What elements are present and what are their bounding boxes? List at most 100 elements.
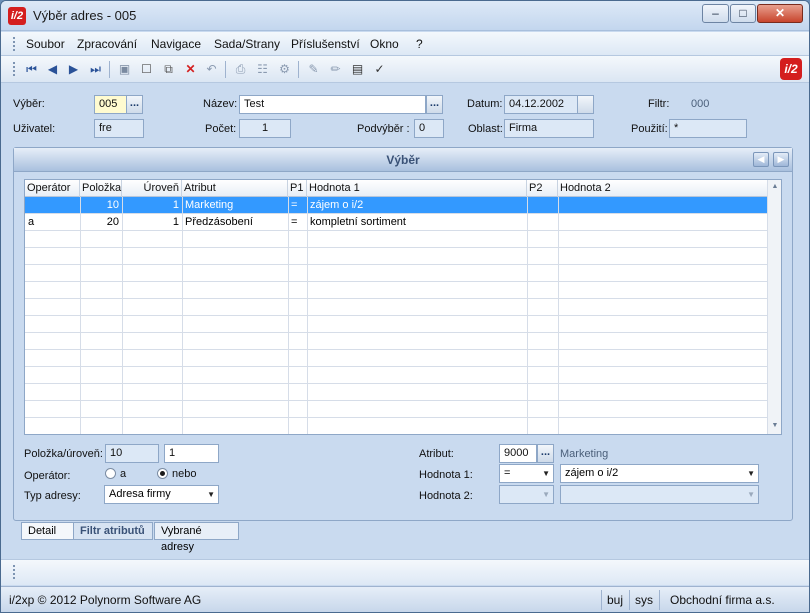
nazev-label: Název:	[203, 98, 238, 110]
edit-alt-icon[interactable]: ✏	[327, 61, 344, 78]
bottom-toolbar	[1, 559, 809, 585]
chevron-down-icon: ▼	[747, 469, 755, 478]
atribut-name: Marketing	[560, 448, 609, 460]
operator-nebo-radio[interactable]	[157, 468, 168, 479]
hodnota1-value-select[interactable]: zájem o i/2 ▼	[560, 464, 759, 483]
panel-title: Výběr	[14, 148, 792, 172]
atribut-lookup-button[interactable]: ...	[537, 444, 554, 463]
col-p2[interactable]: P2	[527, 180, 558, 197]
table-row[interactable]: a 20 1 Předzásobení = kompletní sortimen…	[25, 214, 767, 231]
status-company: Obchodní firma a.s.	[670, 593, 775, 607]
col-uroven[interactable]: Úroveň	[122, 180, 182, 197]
vyber-label: Výběr:	[13, 98, 45, 110]
close-button[interactable]: ✕	[757, 4, 803, 23]
menu-help[interactable]: ?	[416, 37, 423, 51]
chevron-down-icon: ▼	[207, 490, 215, 499]
podvyber-label: Podvýběr :	[357, 123, 410, 135]
nazev-lookup-button[interactable]: ...	[426, 95, 443, 114]
previous-record-icon[interactable]: ◀	[44, 61, 61, 78]
app-logo-icon: i/2	[8, 7, 26, 25]
maximize-button[interactable]: □	[730, 4, 756, 23]
vyber-lookup-button[interactable]: ...	[126, 95, 143, 114]
hodnota1-operator-select[interactable]: = ▼	[499, 464, 554, 483]
settings-icon[interactable]: ⚙	[276, 61, 293, 78]
menu-okno[interactable]: Okno	[370, 37, 399, 51]
menu-navigace[interactable]: Navigace	[151, 37, 201, 51]
toolbar-grip-icon	[13, 62, 16, 76]
print-icon[interactable]: ⎙	[232, 61, 249, 78]
structure-icon[interactable]: ☷	[254, 61, 271, 78]
window-title: Výběr adres - 005	[33, 8, 137, 23]
operator-label: Operátor:	[24, 470, 71, 482]
operator-a-radio[interactable]	[105, 468, 116, 479]
hodnota2-operator-select[interactable]: ▼	[499, 485, 554, 504]
scroll-up-icon[interactable]: ▲	[770, 181, 780, 193]
panel-next-icon[interactable]: ▶	[773, 152, 789, 167]
import-icon[interactable]: ▤	[349, 61, 366, 78]
atribut-code-input[interactable]: 9000	[499, 444, 537, 463]
chevron-down-icon: ▼	[542, 469, 550, 478]
datum-input[interactable]: 04.12.2002	[504, 95, 578, 114]
status-system: sys	[635, 593, 653, 607]
minimize-button[interactable]: –	[702, 4, 729, 23]
save-icon[interactable]: ▣	[116, 61, 133, 78]
copyright-text: i/2xp © 2012 Polynorm Software AG	[9, 593, 202, 607]
col-operator[interactable]: Operátor	[25, 180, 80, 197]
status-bar: i/2xp © 2012 Polynorm Software AG buj sy…	[1, 586, 809, 612]
tab-detail[interactable]: Detail	[21, 522, 78, 540]
polozka-uroven-label: Položka/úroveň:	[24, 448, 103, 460]
vyber-input[interactable]: 005	[94, 95, 127, 114]
col-hodnota2[interactable]: Hodnota 2	[558, 180, 767, 197]
typ-adresy-select[interactable]: Adresa firmy ▼	[104, 485, 219, 504]
delete-icon[interactable]: ✕	[182, 61, 199, 78]
atribut-label: Atribut:	[419, 448, 454, 460]
pocet-value: 1	[239, 119, 291, 138]
hodnota2-value-select[interactable]: ▼	[560, 485, 759, 504]
criteria-grid: Operátor Položka Úroveň Atribut P1 Hodno…	[24, 179, 782, 435]
operator-a-label: a	[120, 468, 127, 480]
edit-icon[interactable]: ✎	[305, 61, 322, 78]
oblast-input[interactable]: Firma	[504, 119, 594, 138]
copy-icon[interactable]: ⧉	[160, 61, 177, 78]
vyber-panel: Výběr ◀ ▶ Operátor Položka Úroveň Atribu…	[13, 147, 793, 521]
nazev-input[interactable]: Test	[239, 95, 426, 114]
menu-zpracovani[interactable]: Zpracování	[77, 37, 137, 51]
scroll-down-icon[interactable]: ▼	[770, 420, 780, 432]
brand-logo-icon: i/2	[780, 58, 802, 80]
menu-soubor[interactable]: Soubor	[26, 37, 65, 51]
new-icon[interactable]: ☐	[138, 61, 155, 78]
filtr-label: Filtr:	[648, 98, 670, 110]
bottom-grip-icon	[13, 565, 16, 579]
uroven-input[interactable]: 1	[164, 444, 219, 463]
col-hodnota1[interactable]: Hodnota 1	[307, 180, 527, 197]
next-record-icon[interactable]: ▶	[65, 61, 82, 78]
pouziti-input[interactable]: *	[669, 119, 747, 138]
chevron-down-icon: ▼	[747, 490, 755, 499]
panel-prev-icon[interactable]: ◀	[753, 152, 769, 167]
title-bar: i/2 Výběr adres - 005 – □ ✕	[1, 1, 809, 31]
filter-icon[interactable]: ✓	[371, 61, 388, 78]
filtr-value: 000	[691, 98, 710, 110]
menu-sada-strany[interactable]: Sada/Strany	[214, 37, 280, 51]
col-p1[interactable]: P1	[288, 180, 307, 197]
polozka-input[interactable]: 10	[105, 444, 159, 463]
first-record-icon[interactable]: ⏮	[23, 61, 40, 78]
tab-filtr-atributu[interactable]: Filtr atributů	[73, 522, 153, 540]
tab-vybrane-adresy[interactable]: Vybrané adresy	[154, 522, 239, 553]
podvyber-value: 0	[414, 119, 444, 138]
uzivatel-input[interactable]: fre	[94, 119, 144, 138]
menu-prislusenstvi[interactable]: Příslušenství	[291, 37, 360, 51]
last-record-icon[interactable]: ⏭	[87, 61, 104, 78]
col-polozka[interactable]: Položka	[80, 180, 122, 197]
typ-adresy-label: Typ adresy:	[24, 490, 81, 502]
status-user: buj	[607, 593, 624, 607]
table-row[interactable]: 10 1 Marketing = zájem o i/2	[25, 197, 767, 214]
hodnota1-label: Hodnota 1:	[419, 469, 473, 481]
datum-picker-button[interactable]	[577, 95, 594, 114]
undo-icon[interactable]: ↶	[203, 61, 220, 78]
oblast-label: Oblast:	[468, 123, 503, 135]
pouziti-label: Použití:	[631, 123, 668, 135]
tab-strip: Detail Filtr atributů Vybrané adresy	[13, 522, 793, 553]
col-atribut[interactable]: Atribut	[182, 180, 288, 197]
grid-vertical-scrollbar[interactable]: ▲ ▼	[767, 180, 781, 434]
